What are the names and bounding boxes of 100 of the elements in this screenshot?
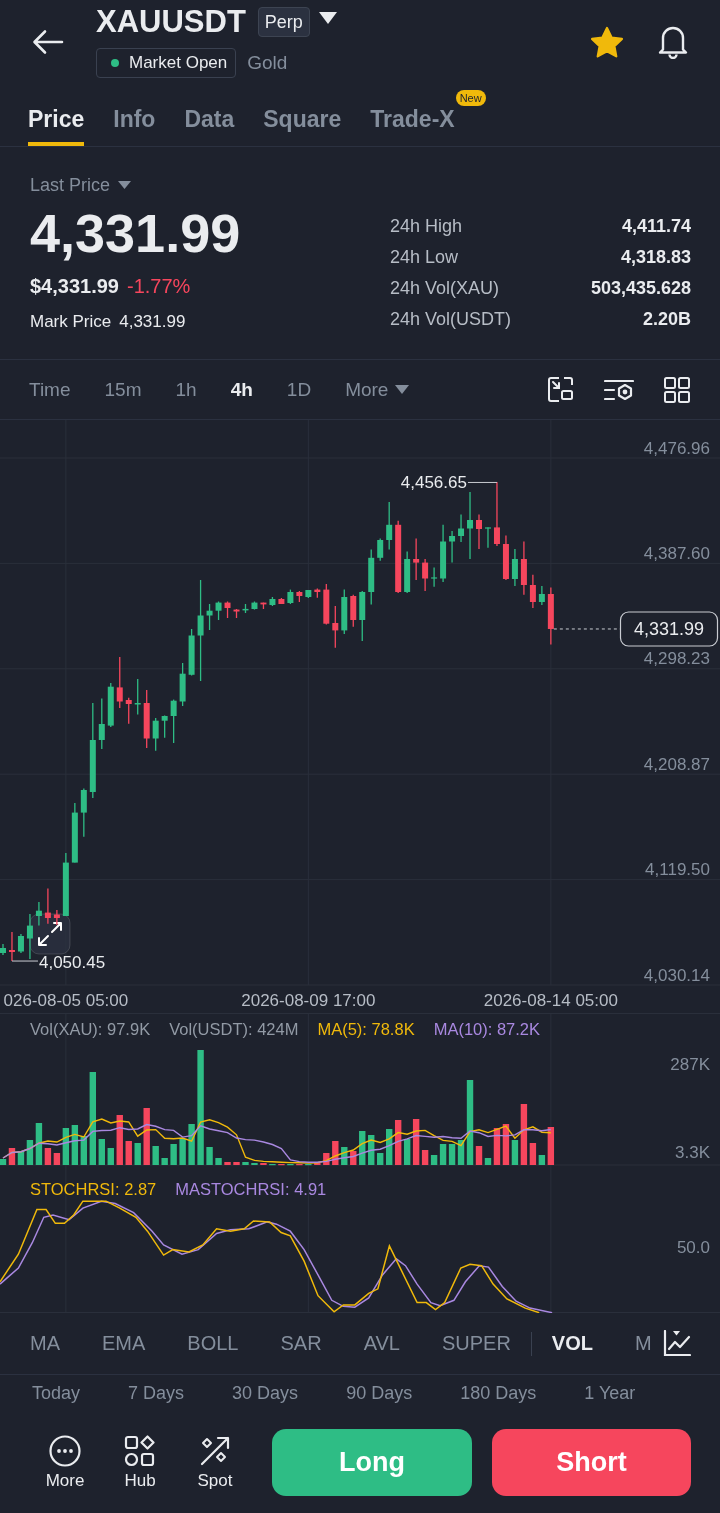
- tab[interactable]: Data: [184, 88, 235, 146]
- leader-line: [467, 481, 498, 483]
- volume-bar: [359, 1131, 366, 1165]
- indicator-legend: MASTOCHRSI: 4.91: [175, 1180, 327, 1198]
- candle: [323, 583, 330, 626]
- candle: [134, 678, 141, 716]
- candle: [547, 586, 554, 646]
- indicator-tab[interactable]: VOL: [551, 1332, 593, 1355]
- usd-price: $4,331.99: [30, 274, 119, 299]
- candle: [350, 594, 357, 628]
- interval-tab[interactable]: 1D: [286, 378, 312, 401]
- interval-tab[interactable]: 15m: [104, 378, 142, 401]
- mark-price-label: Mark Price: [30, 311, 112, 333]
- volume-bar: [170, 1144, 177, 1165]
- volume-bar: [107, 1148, 114, 1165]
- grid-icon[interactable]: [664, 376, 690, 403]
- range-option[interactable]: 90 Days: [346, 1383, 413, 1404]
- candle: [359, 590, 366, 642]
- candle: [107, 682, 114, 728]
- candle: [449, 530, 456, 564]
- price-change: -1.77%: [127, 274, 191, 299]
- candle: [341, 588, 348, 635]
- tab[interactable]: Square: [263, 88, 342, 146]
- volume-bar: [233, 1162, 240, 1165]
- volume-bar: [377, 1153, 384, 1165]
- stat-label: 24h Vol(USDT): [390, 308, 512, 331]
- more-dropdown[interactable]: More: [345, 378, 410, 401]
- stat-value: 503,435.628: [590, 277, 691, 300]
- candle: [296, 590, 303, 603]
- indicator-tab[interactable]: MA: [30, 1332, 60, 1355]
- back-icon[interactable]: [32, 29, 64, 55]
- indicator-legend: STOCHRSI: 2.87: [30, 1180, 157, 1198]
- price-axis-label: 4,208.87: [643, 754, 710, 774]
- nav-button[interactable]: Hub: [107, 1434, 173, 1491]
- indicator-tab[interactable]: SAR: [280, 1332, 322, 1355]
- asset-name: Gold: [247, 52, 288, 74]
- indicator-tab[interactable]: AVL: [363, 1332, 400, 1355]
- candle: [458, 513, 465, 543]
- tab[interactable]: Trade-X: [370, 88, 455, 146]
- last-price: 4,331.99: [30, 205, 241, 261]
- volume-bar: [98, 1139, 105, 1165]
- candle: [538, 585, 545, 606]
- lines-hexagon-icon[interactable]: [604, 377, 634, 402]
- price-axis-label: 4,387.60: [643, 543, 710, 563]
- range-option[interactable]: 30 Days: [232, 1383, 299, 1404]
- candle: [404, 550, 411, 594]
- indicator-tab[interactable]: SUPER: [441, 1332, 511, 1355]
- volume-bar: [215, 1158, 222, 1165]
- long-button[interactable]: Long: [272, 1429, 472, 1496]
- symbol-title: XAUUSDT: [96, 4, 246, 40]
- indicator-tab[interactable]: EMA: [102, 1332, 146, 1355]
- star-icon[interactable]: [590, 26, 624, 58]
- candle: [511, 548, 518, 587]
- caret-down-icon: [118, 181, 132, 189]
- bell-icon[interactable]: [657, 25, 689, 59]
- volume-bar: [332, 1141, 339, 1165]
- stat-value: 4,318.83: [619, 246, 691, 269]
- tab[interactable]: Price: [28, 88, 85, 146]
- candle: [125, 697, 132, 725]
- caret-down-icon[interactable]: [318, 12, 337, 24]
- candle: [269, 596, 276, 607]
- candle: [422, 558, 429, 592]
- volume-bar: [242, 1162, 249, 1165]
- volume-bar: [116, 1115, 123, 1165]
- indicator-legend: Vol(XAU): 97.9K: [30, 1020, 151, 1038]
- indicator-tab[interactable]: BOLL: [187, 1332, 239, 1355]
- range-option[interactable]: 7 Days: [128, 1383, 185, 1404]
- range-option[interactable]: 180 Days: [460, 1383, 537, 1404]
- candle: [0, 943, 6, 956]
- candle: [332, 605, 339, 649]
- range-option[interactable]: Today: [32, 1383, 81, 1404]
- stat-label: 24h High: [390, 215, 464, 238]
- volume-bar: [152, 1146, 159, 1165]
- interval-tab[interactable]: Time: [29, 378, 71, 401]
- indicator-tab[interactable]: M: [635, 1332, 652, 1355]
- volume-bar: [179, 1139, 186, 1165]
- candle: [62, 852, 69, 917]
- volume-axis-label: 287K: [670, 1054, 710, 1074]
- mark-price-value: 4,331.99: [119, 311, 186, 333]
- interval-tab[interactable]: 1h: [175, 378, 197, 401]
- line-chart-icon[interactable]: [663, 1330, 691, 1357]
- price-axis-label: 4,030.14: [643, 965, 710, 985]
- nav-button[interactable]: Spot: [182, 1434, 248, 1491]
- candle: [233, 608, 240, 619]
- price-marker-label: 4,050.45: [39, 952, 106, 972]
- tab[interactable]: Info: [113, 88, 156, 146]
- range-option[interactable]: 1 Year: [584, 1383, 636, 1404]
- candle: [224, 600, 231, 619]
- candle: [179, 662, 186, 707]
- square-arrow-icon[interactable]: [547, 376, 574, 403]
- indicator-legend: Vol(USDT): 424M: [169, 1020, 299, 1038]
- nav-button[interactable]: More: [32, 1434, 98, 1491]
- candle: [80, 787, 87, 838]
- stat-label: 24h Low: [390, 246, 460, 269]
- short-button[interactable]: Short: [492, 1429, 691, 1496]
- price-type-dropdown[interactable]: Last Price: [30, 171, 132, 199]
- interval-tab[interactable]: 4h: [230, 378, 253, 401]
- candle: [314, 587, 321, 599]
- candle: [368, 548, 375, 606]
- candle: [431, 566, 438, 588]
